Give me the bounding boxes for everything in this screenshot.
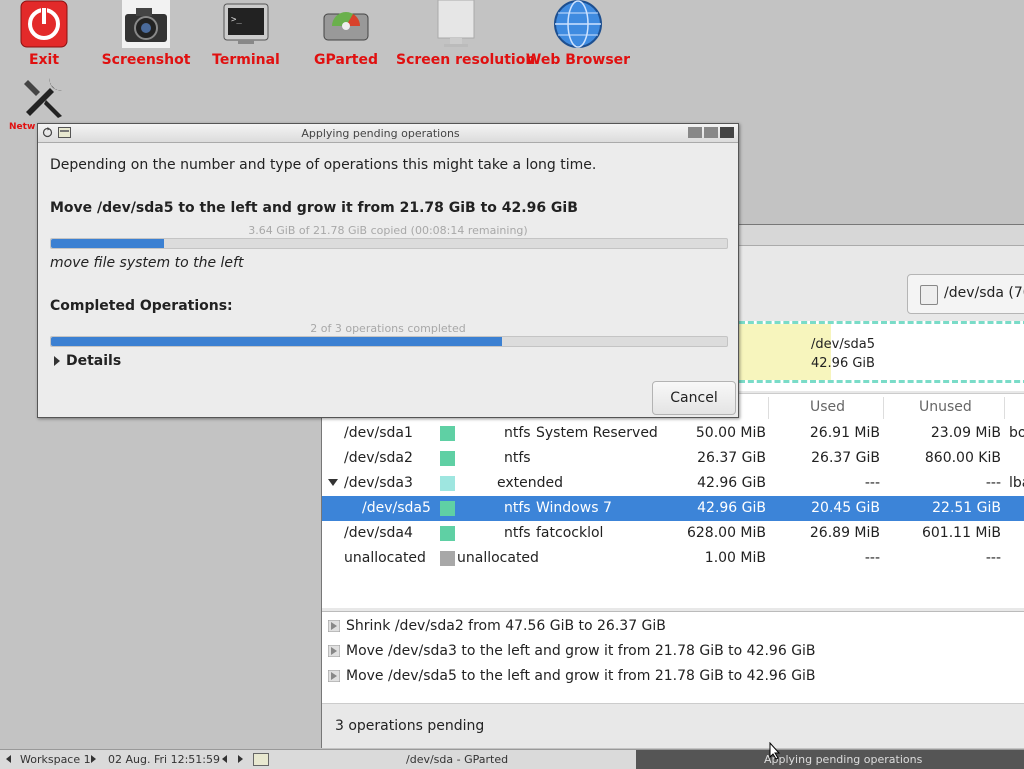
current-step: move file system to the left <box>50 255 244 271</box>
dialog-intro: Depending on the number and type of oper… <box>50 157 597 173</box>
used-space-block <box>739 324 831 380</box>
task-applying-operations[interactable]: Applying pending operations <box>636 750 1024 769</box>
current-progress-bar <box>50 238 728 249</box>
fs-color-swatch <box>440 551 455 566</box>
device-selector-label: /dev/sda (70. <box>944 285 1024 301</box>
current-progress-text: 3.64 GiB of 21.78 GiB copied (00:08:14 r… <box>248 224 528 237</box>
gparted-icon <box>322 0 370 48</box>
maximize-button[interactable] <box>704 127 718 138</box>
monitor-icon <box>432 0 480 48</box>
operation-icon <box>328 620 340 632</box>
list-item[interactable]: Shrink /dev/sda2 from 47.56 GiB to 26.37… <box>322 615 1024 639</box>
task-gparted[interactable]: /dev/sda - GParted <box>406 753 508 766</box>
tools-icon <box>20 72 68 120</box>
task-next-icon[interactable] <box>238 755 243 763</box>
workspace-prev-icon[interactable] <box>6 755 11 763</box>
column-header-used[interactable]: Used <box>768 397 883 419</box>
operation-icon <box>328 670 340 682</box>
details-label: Details <box>66 353 122 369</box>
graph-partition-name: /dev/sda5 <box>811 337 875 352</box>
apply-operations-dialog: Applying pending operations Depending on… <box>37 123 739 418</box>
desktop-icon-label: GParted <box>314 52 378 68</box>
expander-arrow-icon <box>54 356 60 366</box>
taskbar: Workspace 1 02 Aug. Fri 12:51:59 /dev/sd… <box>0 749 1024 769</box>
fs-color-swatch <box>440 426 455 441</box>
completed-operations-label: Completed Operations: <box>50 298 233 314</box>
operation-icon <box>328 645 340 657</box>
fs-color-swatch <box>440 501 455 516</box>
dialog-title: Applying pending operations <box>301 127 460 140</box>
desktop-icon-screen-resolution[interactable]: Screen resolution <box>396 0 536 68</box>
table-row-selected[interactable]: /dev/sda5 ntfs Windows 7 42.96 GiB 20.45… <box>322 496 1024 521</box>
pending-operations-count: 3 operations pending <box>335 718 485 734</box>
fs-color-swatch <box>440 451 455 466</box>
current-operation: Move /dev/sda5 to the left and grow it f… <box>50 200 578 216</box>
task-prev-icon[interactable] <box>222 755 227 763</box>
desktop-icon-label: Web Browser <box>525 52 631 68</box>
fs-color-swatch <box>440 526 455 541</box>
cancel-button[interactable]: Cancel <box>652 381 736 415</box>
column-header-unused[interactable]: Unused <box>883 397 1005 419</box>
graph-partition-size: 42.96 GiB <box>811 356 875 371</box>
harddisk-icon <box>920 285 938 305</box>
mouse-cursor-icon <box>769 742 781 760</box>
table-row[interactable]: unallocated unallocated 1.00 MiB --- --- <box>322 546 1024 571</box>
partition-table: Used Unused /dev/sda1 ntfs System Reserv… <box>322 393 1024 608</box>
terminal-icon: >_ <box>222 0 270 48</box>
workspace-next-icon[interactable] <box>91 755 96 763</box>
workspace-label[interactable]: Workspace 1 <box>20 753 91 766</box>
status-bar: 3 operations pending <box>322 703 1024 748</box>
table-row[interactable]: /dev/sda2 ntfs 26.37 GiB 26.37 GiB 860.0… <box>322 446 1024 471</box>
completed-progress-text: 2 of 3 operations completed <box>310 322 466 335</box>
gparted-task-icon[interactable] <box>253 753 269 766</box>
dialog-titlebar[interactable]: Applying pending operations <box>38 124 738 143</box>
list-item[interactable]: Move /dev/sda3 to the left and grow it f… <box>322 640 1024 664</box>
device-selector[interactable]: /dev/sda (70. <box>907 274 1024 314</box>
completed-progress-bar <box>50 336 728 347</box>
svg-text:>_: >_ <box>231 15 242 25</box>
column-header-flags[interactable] <box>1004 397 1024 419</box>
expander-arrow-icon[interactable] <box>328 479 338 486</box>
power-icon <box>20 0 68 48</box>
globe-icon <box>554 0 602 48</box>
minimize-button[interactable] <box>688 127 702 138</box>
table-row[interactable]: /dev/sda1 ntfs System Reserved 50.00 MiB… <box>322 421 1024 446</box>
progress-fill <box>51 239 164 248</box>
clock: 02 Aug. Fri 12:51:59 <box>108 753 220 766</box>
desktop-icon-gparted[interactable]: GParted <box>286 0 406 68</box>
desktop-icon-web-browser[interactable]: Web Browser <box>518 0 638 68</box>
fs-color-swatch <box>440 476 455 491</box>
pending-operations-list: Shrink /dev/sda2 from 47.56 GiB to 26.37… <box>322 611 1024 704</box>
close-button[interactable] <box>720 127 734 138</box>
desktop-icon-label: Screen resolution <box>396 52 536 68</box>
table-row[interactable]: /dev/sda4 ntfs fatcocklol 628.00 MiB 26.… <box>322 521 1024 546</box>
list-item[interactable]: Move /dev/sda5 to the left and grow it f… <box>322 665 1024 689</box>
table-row[interactable]: /dev/sda3 extended 42.96 GiB --- --- lba <box>322 471 1024 496</box>
camera-icon <box>122 0 170 48</box>
progress-fill <box>51 337 502 346</box>
